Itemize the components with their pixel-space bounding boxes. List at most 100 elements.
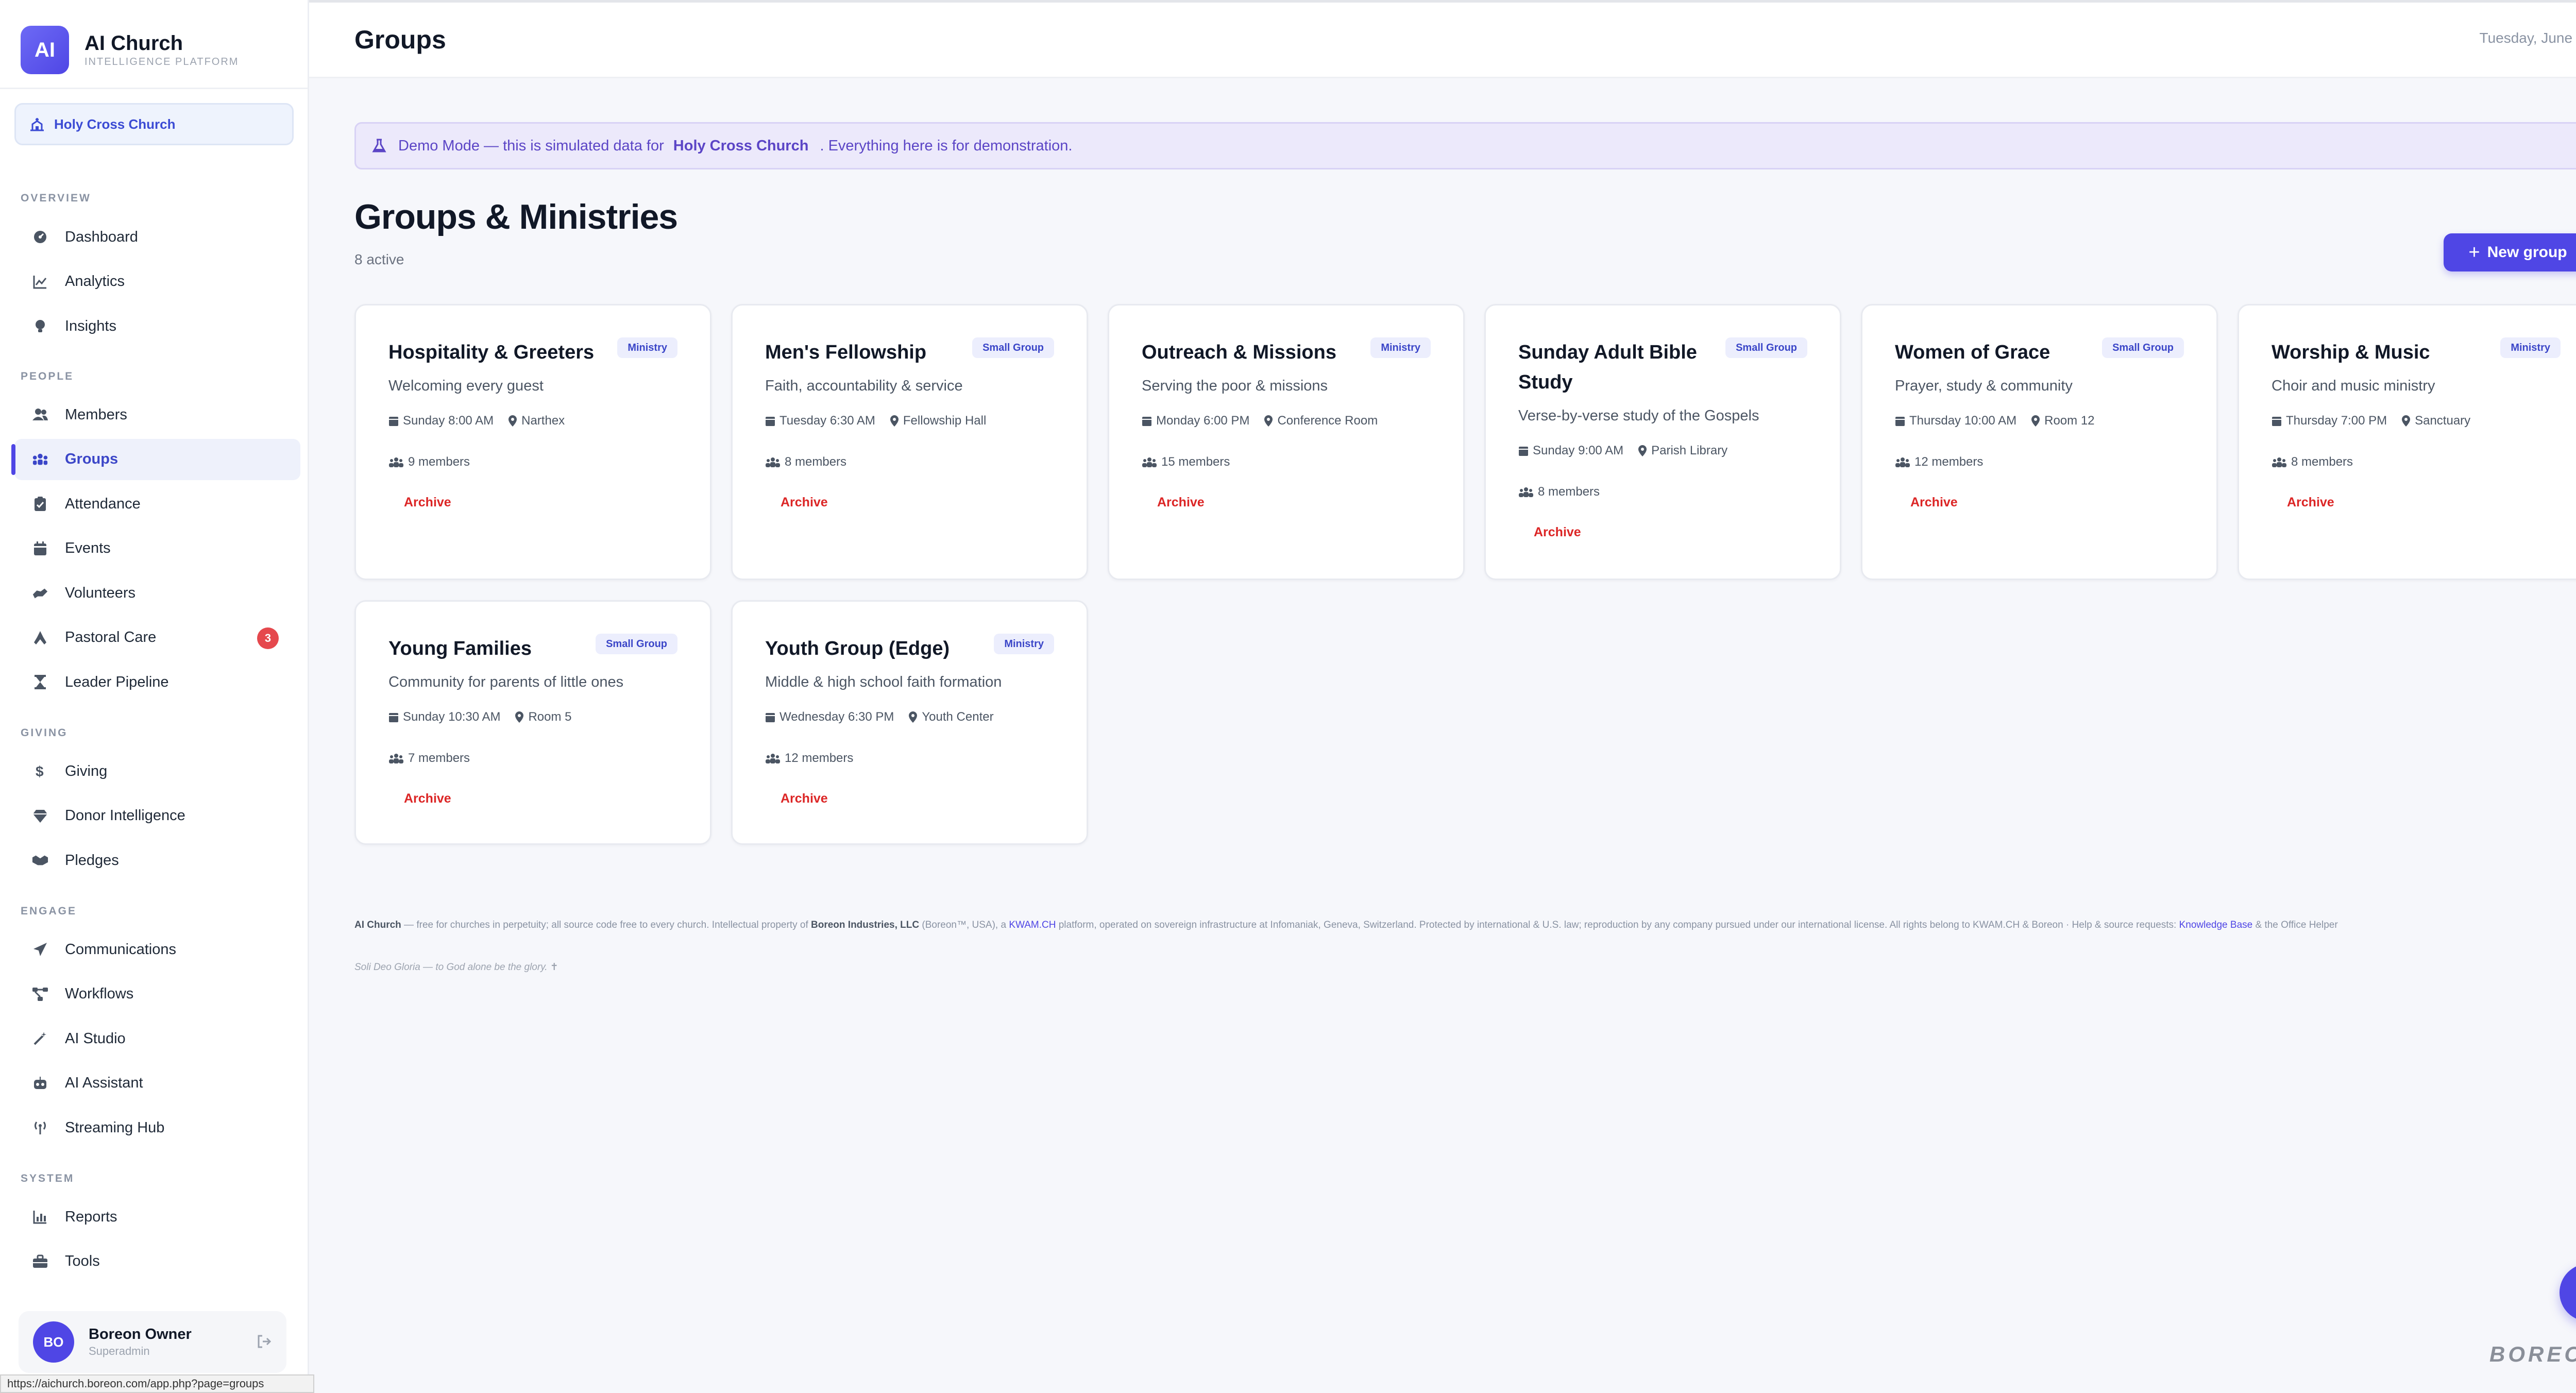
group-name[interactable]: Sunday Adult Bible Study — [1518, 337, 1735, 397]
group-card[interactable]: Sunday Adult Bible Study Small Group Verse… — [1484, 304, 1841, 580]
sidebar-item-leader-pipeline[interactable]: Leader Pipeline — [14, 661, 300, 703]
calendar-icon — [389, 713, 398, 722]
users-icon — [1519, 487, 1533, 497]
group-name[interactable]: Worship & Music — [2272, 337, 2519, 367]
robot-icon — [32, 1075, 48, 1092]
map-pin-icon — [509, 415, 517, 427]
group-card[interactable]: Outreach & Missions Ministry Serving the p… — [1108, 304, 1465, 580]
sidebar-item-communications[interactable]: Communications — [14, 929, 300, 970]
footer-brand: AI Church — [354, 920, 401, 930]
group-location: Fellowship Hall — [903, 414, 987, 428]
archive-button[interactable]: Archive — [2287, 495, 2334, 510]
sidebar-item-label: Attendance — [65, 495, 141, 512]
map-pin-icon — [2402, 415, 2411, 427]
sidebar-item-attendance[interactable]: Attendance — [14, 483, 300, 524]
bar-chart-icon — [32, 1209, 48, 1225]
group-meta: Thursday 7:00 PM Sanctuary — [2272, 414, 2485, 428]
group-type-badge: Ministry — [2500, 337, 2561, 358]
archive-button[interactable]: Archive — [1910, 495, 1958, 510]
sidebar-item-tools[interactable]: Tools — [14, 1241, 300, 1282]
help-button[interactable] — [2560, 1264, 2576, 1321]
sidebar-item-label: Tools — [65, 1253, 100, 1269]
group-card[interactable]: Young Families Small Group Community for p… — [354, 600, 711, 845]
member-count: 8 members — [2291, 455, 2353, 469]
footer-text-1: — free for churches in perpetuity; all s… — [401, 920, 811, 930]
sidebar-item-ai-assistant[interactable]: AI Assistant — [14, 1063, 300, 1104]
kwam-link[interactable]: KWAM.CH — [1009, 920, 1056, 930]
group-members: 8 members — [765, 455, 846, 469]
sidebar-item-ai-studio[interactable]: AI Studio — [14, 1018, 300, 1059]
sidebar-item-giving[interactable]: $ Giving — [14, 751, 300, 792]
church-name: Holy Cross Church — [54, 116, 176, 132]
group-name[interactable]: Youth Group (Edge) — [765, 634, 1012, 664]
sidebar-item-members[interactable]: Members — [14, 394, 300, 435]
notification-badge: 3 — [257, 627, 279, 649]
calendar-icon — [1519, 447, 1528, 456]
calendar-icon — [1142, 417, 1151, 426]
section-title: Groups & Ministries — [354, 197, 678, 236]
sidebar-item-dashboard[interactable]: Dashboard — [14, 216, 300, 258]
sidebar-item-label: Giving — [65, 762, 108, 779]
brand[interactable]: AI AI Church INTELLIGENCE PLATFORM — [21, 26, 239, 74]
archive-button[interactable]: Archive — [404, 495, 451, 510]
new-group-button[interactable]: + New group — [2444, 233, 2576, 271]
group-card[interactable]: Hospitality & Greeters Ministry Welcoming … — [354, 304, 711, 580]
sidebar: AI AI Church INTELLIGENCE PLATFORM Holy … — [0, 0, 309, 1393]
gauge-icon — [32, 229, 48, 245]
map-pin-icon — [909, 711, 918, 723]
brand-subtitle: INTELLIGENCE PLATFORM — [84, 56, 239, 67]
plus-icon: + — [2468, 241, 2480, 263]
sidebar-item-events[interactable]: Events — [14, 528, 300, 569]
group-card[interactable]: Men's Fellowship Small Group Faith, accoun… — [731, 304, 1088, 580]
sidebar-item-analytics[interactable]: Analytics — [14, 261, 300, 302]
group-card[interactable]: Youth Group (Edge) Ministry Middle & high … — [731, 600, 1088, 845]
chart-line-icon — [32, 274, 48, 290]
sidebar-item-label: AI Assistant — [65, 1075, 143, 1091]
sidebar-item-donor-intelligence[interactable]: Donor Intelligence — [14, 795, 300, 837]
logout-icon[interactable] — [256, 1333, 273, 1353]
group-name[interactable]: Hospitality & Greeters — [388, 337, 636, 367]
sidebar-item-reports[interactable]: Reports — [14, 1196, 300, 1237]
member-count: 12 members — [785, 751, 854, 765]
group-card[interactable]: Worship & Music Ministry Choir and music m… — [2238, 304, 2576, 580]
calendar-icon — [766, 713, 775, 722]
sidebar-item-volunteers[interactable]: Volunteers — [14, 572, 300, 614]
archive-button[interactable]: Archive — [781, 495, 828, 510]
group-schedule: Wednesday 6:30 PM — [779, 710, 894, 724]
sidebar-item-streaming-hub[interactable]: Streaming Hub — [14, 1107, 300, 1148]
footer-text-3: platform, operated on sovereign infrastr… — [1056, 920, 2179, 930]
sidebar-item-pledges[interactable]: Pledges — [14, 840, 300, 881]
group-description: Middle & high school faith formation — [765, 674, 1002, 690]
page-title: Groups — [354, 25, 446, 54]
member-count: 8 members — [1538, 485, 1600, 499]
group-name[interactable]: Outreach & Missions — [1142, 337, 1389, 367]
hands-praying-icon — [32, 630, 48, 646]
sidebar-item-label: Members — [65, 406, 127, 423]
church-selector[interactable]: Holy Cross Church — [14, 103, 294, 145]
lightbulb-icon — [32, 318, 48, 334]
dollar-icon: $ — [32, 763, 48, 779]
archive-button[interactable]: Archive — [1534, 525, 1581, 540]
sidebar-item-insights[interactable]: Insights — [14, 305, 300, 347]
group-schedule: Thursday 10:00 AM — [1909, 414, 2017, 428]
group-schedule: Sunday 9:00 AM — [1533, 444, 1624, 457]
sidebar-item-workflows[interactable]: Workflows — [14, 974, 300, 1015]
sidebar-item-pastoral-care[interactable]: Pastoral Care 3 — [14, 617, 300, 658]
users-icon — [2272, 457, 2286, 467]
sidebar-item-groups[interactable]: Groups — [11, 438, 300, 480]
users-icon — [1142, 457, 1157, 467]
group-location: Narthex — [521, 414, 565, 428]
archive-button[interactable]: Archive — [404, 791, 451, 806]
group-card[interactable]: Women of Grace Small Group Prayer, study &… — [1861, 304, 2218, 580]
group-location: Conference Room — [1277, 414, 1378, 428]
archive-button[interactable]: Archive — [1157, 495, 1205, 510]
knowledge-base-link[interactable]: Knowledge Base — [2179, 920, 2253, 930]
sidebar-item-label: Streaming Hub — [65, 1119, 165, 1136]
hourglass-icon — [32, 674, 48, 690]
archive-button[interactable]: Archive — [781, 791, 828, 806]
map-pin-icon — [890, 415, 899, 427]
sidebar-item-label: Volunteers — [65, 584, 136, 601]
group-meta: Wednesday 6:30 PM Youth Center — [765, 710, 1008, 724]
user-card[interactable]: BO Boreon Owner Superadmin — [19, 1311, 286, 1373]
users-icon — [766, 754, 780, 763]
